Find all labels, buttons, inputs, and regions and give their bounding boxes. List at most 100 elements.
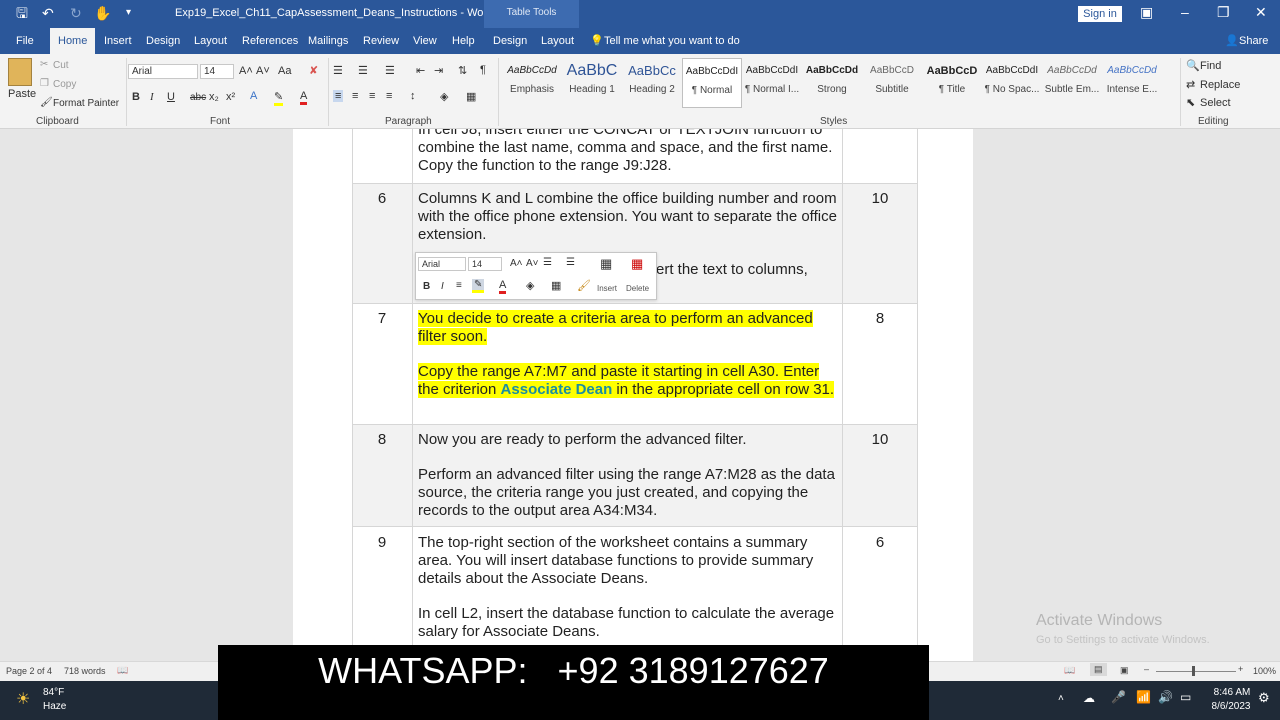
style-no-spacing[interactable]: AaBbCcDdI ¶ No Spac...: [982, 58, 1042, 108]
mini-format-painter-icon[interactable]: 🖌: [577, 279, 591, 292]
tab-table-layout[interactable]: Layout: [541, 28, 574, 54]
line-spacing-icon[interactable]: ↕: [410, 90, 416, 102]
format-painter-icon[interactable]: 🖌: [40, 97, 53, 108]
proofing-icon[interactable]: 📖: [117, 665, 128, 676]
weather-temp[interactable]: 84°F: [43, 687, 64, 698]
customize-qat-icon[interactable]: ▾: [126, 5, 131, 21]
change-case-icon[interactable]: Aa: [278, 65, 291, 77]
tab-mailings[interactable]: Mailings: [308, 28, 348, 54]
shading-icon[interactable]: ◈: [440, 90, 448, 103]
table-cell-text[interactable]: ert the text to columns,: [656, 261, 856, 279]
mini-insert-button[interactable]: Insert: [597, 284, 617, 293]
save-icon[interactable]: 🖫: [16, 5, 28, 21]
table-cell-text[interactable]: The top-right section of the worksheet c…: [418, 534, 838, 588]
style-normal-indent[interactable]: AaBbCcDdI ¶ Normal I...: [742, 58, 802, 108]
cut-button[interactable]: Cut: [53, 60, 69, 71]
zoom-slider-thumb[interactable]: [1192, 666, 1195, 676]
zoom-out-button[interactable]: –: [1144, 664, 1149, 674]
wifi-icon[interactable]: 📶: [1136, 690, 1151, 704]
style-subtitle[interactable]: AaBbCcD Subtitle: [862, 58, 922, 108]
find-icon[interactable]: 🔍: [1186, 59, 1200, 72]
touch-mode-icon[interactable]: ✋: [94, 5, 111, 21]
print-layout-icon[interactable]: ▤: [1090, 663, 1107, 676]
mini-bold-button[interactable]: B: [423, 281, 430, 292]
zoom-slider[interactable]: [1156, 671, 1236, 672]
notifications-icon[interactable]: ⚙: [1258, 690, 1270, 706]
mini-center-icon[interactable]: ≡: [456, 280, 462, 291]
show-marks-icon[interactable]: ¶: [480, 64, 486, 76]
replace-button[interactable]: Replace: [1200, 79, 1240, 91]
select-icon[interactable]: ⬉: [1186, 96, 1195, 109]
numbering-icon[interactable]: ☰: [358, 64, 368, 77]
tab-review[interactable]: Review: [363, 28, 399, 54]
mini-italic-button[interactable]: I: [441, 281, 444, 292]
style-strong[interactable]: AaBbCcDd Strong: [802, 58, 862, 108]
bullets-icon[interactable]: ☰: [333, 64, 343, 77]
zoom-in-button[interactable]: +: [1238, 664, 1243, 674]
select-button[interactable]: Select: [1200, 97, 1231, 109]
read-mode-icon[interactable]: 📖: [1064, 665, 1075, 676]
font-color-icon[interactable]: A: [300, 90, 308, 105]
tab-insert[interactable]: Insert: [104, 28, 132, 54]
copy-button[interactable]: Copy: [53, 79, 76, 90]
justify-icon[interactable]: ≡: [386, 90, 392, 102]
sort-icon[interactable]: ⇅: [458, 64, 467, 77]
strikethrough-button[interactable]: abc: [190, 92, 206, 103]
tell-me-search[interactable]: Tell me what you want to do: [604, 28, 740, 54]
copy-icon[interactable]: ❐: [40, 78, 49, 89]
style-intense-emphasis[interactable]: AaBbCcDd Intense E...: [1102, 58, 1162, 108]
mini-borders-icon[interactable]: ▦: [551, 279, 561, 292]
ribbon-display-icon[interactable]: ▣: [1140, 4, 1153, 21]
page-count[interactable]: Page 2 of 4: [6, 666, 52, 676]
multilevel-list-icon[interactable]: ☰: [385, 64, 395, 77]
subscript-button[interactable]: x₂: [209, 91, 219, 103]
table-cell-text[interactable]: You decide to create a criteria area to …: [418, 310, 838, 346]
paste-icon[interactable]: [8, 58, 32, 86]
weather-condition[interactable]: Haze: [43, 701, 66, 712]
highlighted-text[interactable]: You decide to create a criteria area to …: [418, 310, 813, 345]
share-button[interactable]: Share: [1239, 28, 1268, 54]
mini-shading-icon[interactable]: ◈: [526, 279, 534, 292]
style-heading-2[interactable]: AaBbCc Heading 2: [622, 58, 682, 108]
mini-delete-table-icon[interactable]: ▦: [631, 256, 643, 272]
align-right-icon[interactable]: ≡: [369, 90, 375, 102]
onedrive-icon[interactable]: ☁: [1083, 691, 1095, 705]
word-count[interactable]: 718 words: [64, 666, 106, 676]
mini-highlight-icon[interactable]: ✎: [472, 279, 485, 293]
mini-insert-table-icon[interactable]: ▦: [600, 256, 612, 272]
borders-icon[interactable]: ▦: [466, 90, 476, 103]
style-emphasis[interactable]: AaBbCcDd Emphasis: [502, 58, 562, 108]
grow-font-icon[interactable]: A˄: [239, 65, 253, 77]
font-size-box[interactable]: 14: [200, 64, 234, 79]
undo-icon[interactable]: ↶: [42, 5, 54, 21]
tab-file[interactable]: File: [16, 28, 34, 54]
table-cell-text[interactable]: Columns K and L combine the office build…: [418, 190, 838, 244]
minimize-button[interactable]: –: [1181, 4, 1189, 20]
table-cell-text[interactable]: Now you are ready to perform the advance…: [418, 431, 838, 449]
battery-icon[interactable]: ▭: [1180, 690, 1191, 704]
table-cell-text[interactable]: In cell L2, insert the database function…: [418, 605, 838, 641]
mini-grow-font-icon[interactable]: A˄: [510, 258, 523, 269]
table-cell-text[interactable]: Perform an advanced filter using the ran…: [418, 466, 838, 520]
maximize-button[interactable]: ❐: [1217, 4, 1230, 21]
mini-delete-button[interactable]: Delete: [626, 284, 649, 293]
mini-bullets-icon[interactable]: ☰: [543, 257, 552, 268]
tab-help[interactable]: Help: [452, 28, 475, 54]
tab-references[interactable]: References: [242, 28, 298, 54]
format-painter-button[interactable]: Format Painter: [53, 98, 119, 109]
paste-button[interactable]: Paste: [8, 88, 36, 100]
mini-numbering-icon[interactable]: ☰: [566, 257, 575, 268]
mini-font-size[interactable]: 14: [468, 257, 502, 271]
mini-font-color-icon[interactable]: A: [499, 279, 507, 294]
tab-home[interactable]: Home: [50, 28, 96, 54]
show-hidden-icons[interactable]: ˄: [1058, 693, 1064, 704]
tab-table-design[interactable]: Design: [493, 28, 527, 54]
tab-view[interactable]: View: [413, 28, 437, 54]
criterion-text[interactable]: Associate Dean: [500, 381, 613, 398]
tab-layout[interactable]: Layout: [194, 28, 227, 54]
font-name-box[interactable]: Arial: [128, 64, 198, 79]
close-button[interactable]: ✕: [1255, 4, 1267, 21]
superscript-button[interactable]: x²: [226, 91, 235, 103]
table-cell-text[interactable]: In cell J8, insert either the CONCAT or …: [418, 129, 838, 175]
style-normal[interactable]: AaBbCcDdI ¶ Normal: [682, 58, 742, 108]
